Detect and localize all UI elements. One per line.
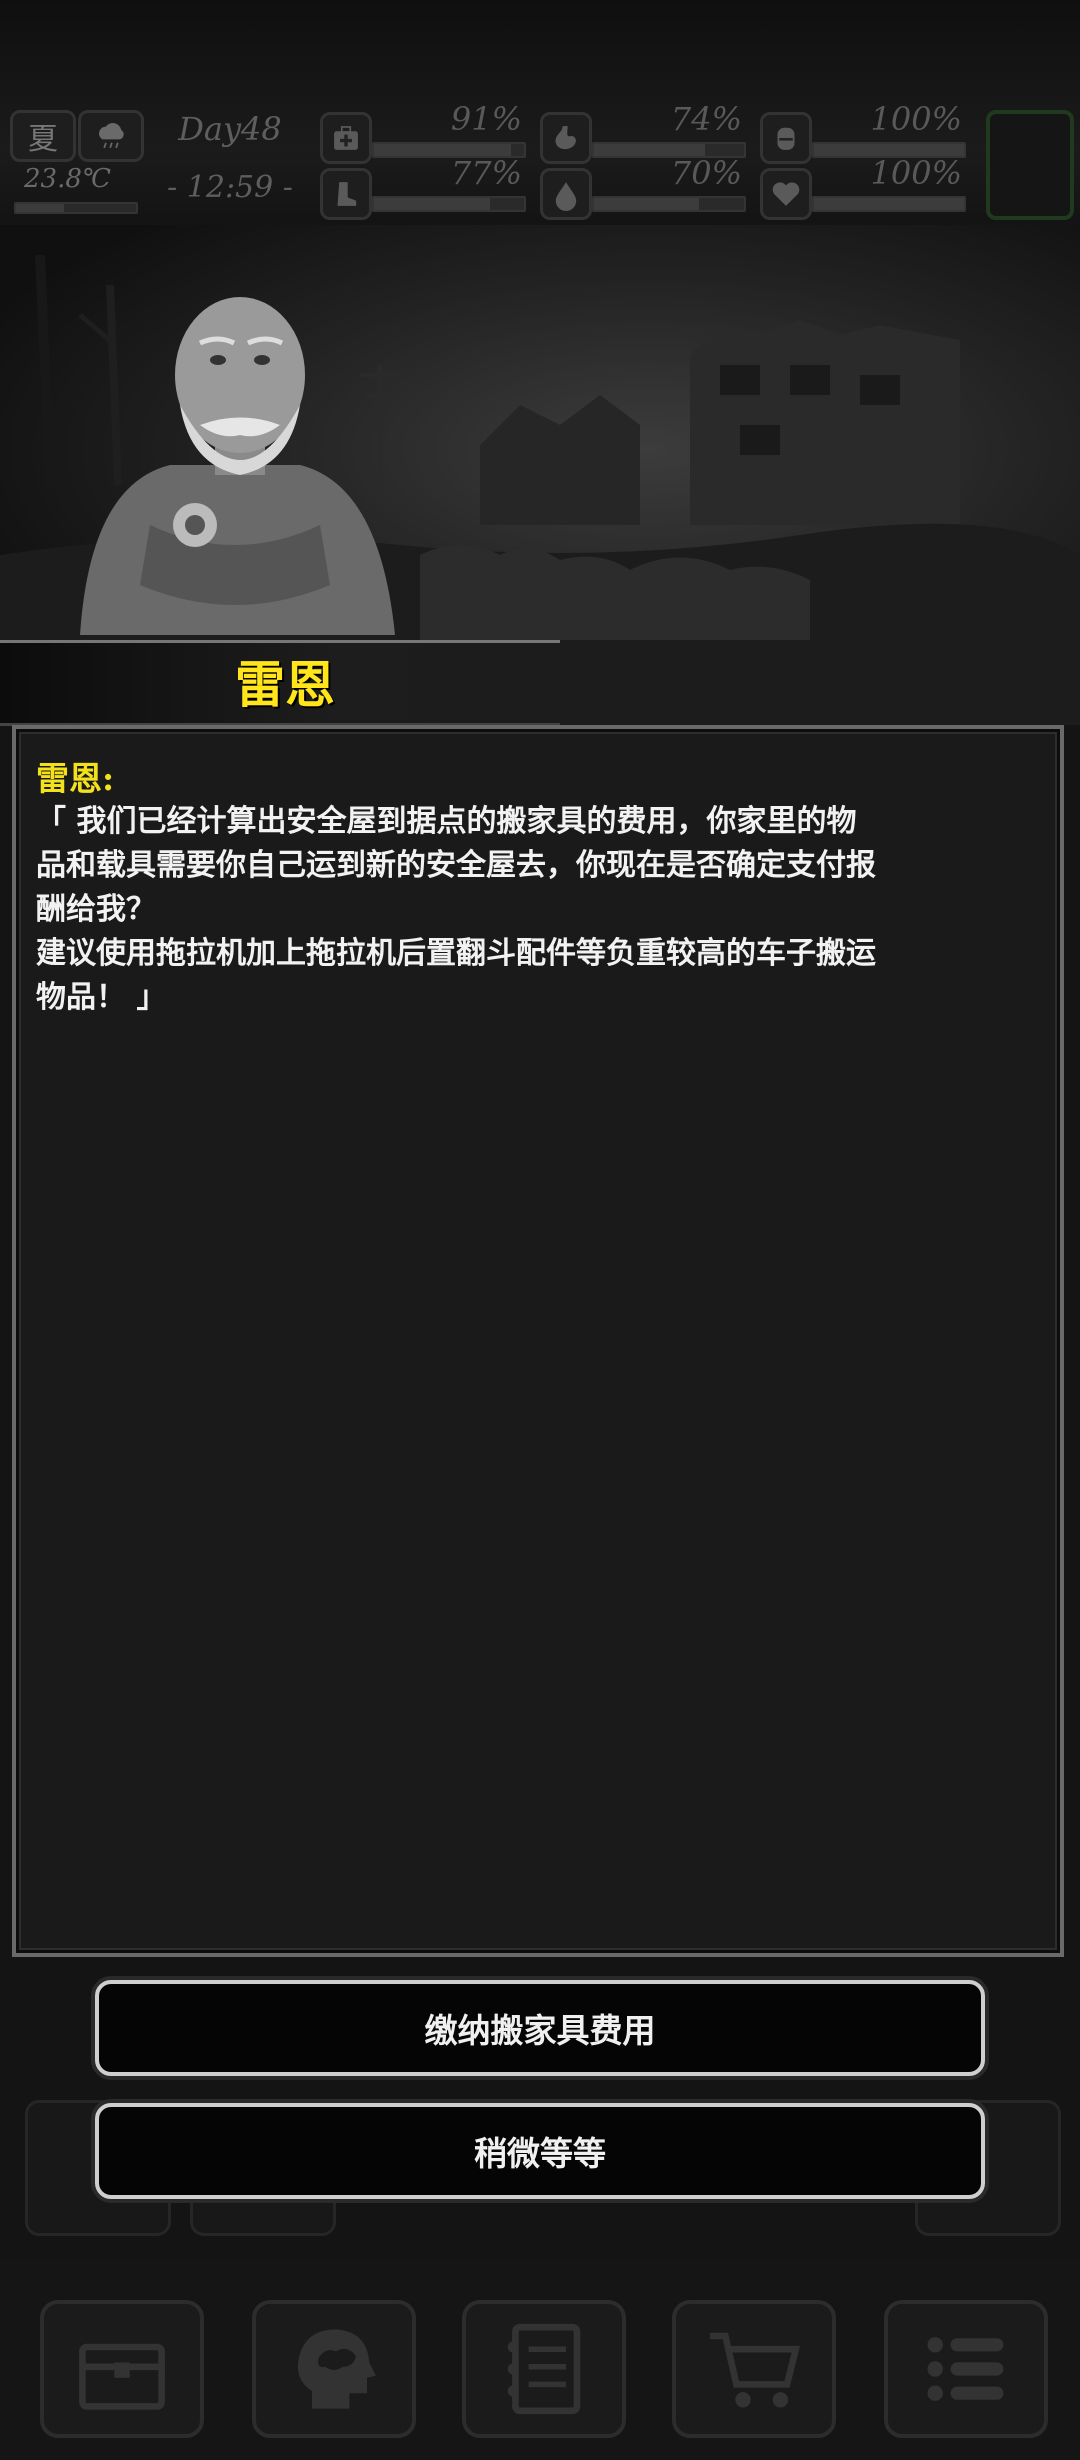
inventory-button[interactable]	[40, 2300, 204, 2438]
wait-button[interactable]: 稍微等等	[95, 2103, 985, 2199]
day-counter: Day48	[178, 110, 282, 148]
pay-moving-fee-button[interactable]: 缴纳搬家具费用	[95, 1980, 985, 2076]
dialog-line: 建议使用拖拉机加上拖拉机后置翻斗配件等负重较高的车子搬运	[36, 936, 876, 971]
boot-icon	[337, 182, 357, 206]
dialog-speaker: 雷恩:	[36, 759, 115, 798]
stamina-value: 77%	[450, 154, 522, 192]
mood-slot	[760, 168, 812, 220]
thirst-value: 70%	[670, 154, 742, 192]
bladder-icon	[777, 127, 795, 150]
weather-slot	[78, 110, 144, 162]
dialog-line: 「 我们已经计算出安全屋到据点的搬家具的费用，你家里的物	[36, 804, 857, 839]
brain-head-icon	[297, 2329, 376, 2409]
health-slot	[320, 112, 372, 164]
menu-button[interactable]	[884, 2300, 1048, 2438]
season-slot: 夏	[10, 110, 76, 162]
hunger-slot	[540, 112, 592, 164]
chest-icon	[79, 2343, 165, 2410]
season-label: 夏	[28, 122, 58, 157]
notebook-icon	[507, 2323, 581, 2415]
water-drop-icon	[555, 182, 577, 211]
skills-button[interactable]	[252, 2300, 416, 2438]
shop-button[interactable]	[672, 2300, 836, 2438]
journal-button[interactable]	[462, 2300, 626, 2438]
dialog-text: 「 我们已经计算出安全屋到据点的搬家具的费用，你家里的物 品和载具需要你自己运到…	[36, 800, 1046, 1020]
hunger-value: 74%	[670, 100, 742, 138]
mood-bar	[812, 196, 966, 212]
temperature-bar	[14, 202, 138, 214]
stamina-slot	[320, 168, 372, 220]
mood-value: 100%	[870, 154, 962, 192]
temperature-readout: 23.8℃	[24, 164, 111, 194]
stomach-icon	[555, 126, 576, 150]
clock: - 12:59 -	[167, 170, 293, 205]
npc-name: 雷恩	[235, 655, 335, 714]
stamina-bar	[372, 196, 526, 212]
npc-portrait	[80, 297, 395, 635]
heart-icon	[772, 182, 800, 206]
thirst-slot	[540, 168, 592, 220]
dialog-line: 品和载具需要你自己运到新的安全屋去，你现在是否确定支付报	[36, 848, 876, 883]
rain-cloud-icon	[98, 123, 124, 149]
medkit-icon	[334, 126, 358, 150]
bladder-value: 100%	[870, 100, 962, 138]
dialog-line: 酬给我？	[36, 892, 156, 927]
thirst-bar	[592, 196, 746, 212]
bladder-slot	[760, 112, 812, 164]
equipped-item-slot[interactable]	[986, 110, 1074, 220]
menu-list-icon	[927, 2337, 1004, 2401]
shopping-cart-icon	[710, 2332, 801, 2408]
health-value: 91%	[450, 100, 522, 138]
dialog-line: 物品！ 」	[36, 980, 167, 1015]
